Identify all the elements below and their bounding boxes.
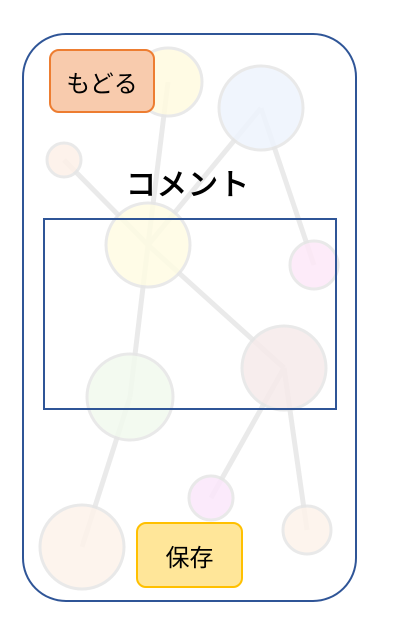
page-title: コメント [126,168,250,203]
back-button[interactable]: もどる [49,49,155,113]
screen: もどる コメント 保存 [0,0,402,644]
comment-input[interactable] [43,218,337,410]
save-button[interactable]: 保存 [136,522,243,588]
